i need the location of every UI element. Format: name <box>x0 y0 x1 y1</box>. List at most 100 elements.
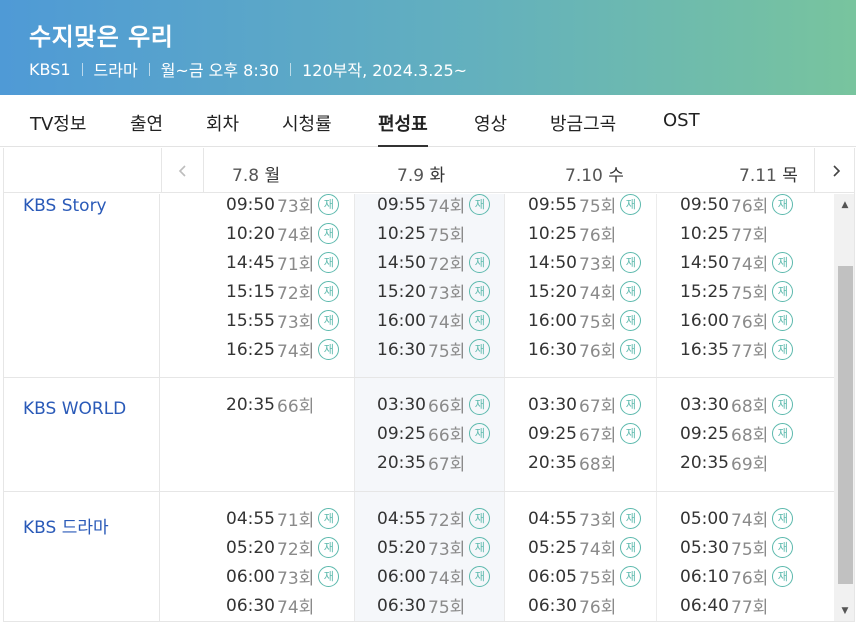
scroll-up-icon[interactable]: ▲ <box>834 196 854 214</box>
broadcast-entry[interactable]: 10:25 76회 <box>528 219 641 248</box>
broadcast-entry[interactable]: 16:00 74회 재 <box>377 306 491 335</box>
broadcast-entry[interactable]: 15:20 74회 재 <box>528 277 642 306</box>
tab-ratings[interactable]: 시청률 <box>282 110 332 136</box>
day-entries: 04:55 71회 재 05:20 72회 재 06:00 73회 재 06:30 74회 <box>226 504 340 620</box>
column-divider <box>656 378 657 491</box>
column-divider <box>656 194 657 377</box>
tab-ost[interactable]: OST <box>663 110 700 131</box>
scroll-down-icon[interactable]: ▼ <box>834 602 854 620</box>
broadcast-entry[interactable]: 15:55 73회 재 <box>226 306 340 335</box>
broadcast-entry[interactable]: 05:00 74회 재 <box>680 504 794 533</box>
broadcast-entry[interactable]: 15:20 73회 재 <box>377 277 491 306</box>
broadcast-entry[interactable]: 14:50 72회 재 <box>377 248 491 277</box>
broadcast-entry[interactable]: 15:25 75회 재 <box>680 277 794 306</box>
broadcast-entry[interactable]: 20:35 68회 <box>528 448 641 477</box>
day-date: 7.11 <box>739 166 777 186</box>
broadcast-time: 16:30 <box>377 339 426 360</box>
broadcast-time: 04:55 <box>528 508 577 529</box>
broadcast-entry[interactable]: 09:25 67회 재 <box>528 419 642 448</box>
broadcast-time: 06:30 <box>377 595 426 616</box>
broadcast-entry[interactable]: 14:50 74회 재 <box>680 248 794 277</box>
broadcast-entry[interactable]: 09:25 66회 재 <box>377 419 491 448</box>
broadcast-entry[interactable]: 20:35 66회 <box>226 390 314 419</box>
episode-number: 66회 <box>428 426 466 446</box>
episode-number: 67회 <box>428 455 466 475</box>
episode-number: 67회 <box>579 426 617 446</box>
broadcast-entry[interactable]: 16:35 77회 재 <box>680 335 794 364</box>
broadcast-entry[interactable]: 06:30 75회 <box>377 591 490 620</box>
program-meta: KBS1 드라마 월~금 오후 8:30 120부작, 2024.3.25~ <box>29 57 467 81</box>
day-entries: 09:50 73회 재 10:20 74회 재 14:45 71회 재 15:15 72회 재 15:5… <box>226 194 340 364</box>
scrollbar-thumb[interactable] <box>838 266 853 584</box>
broadcast-entry[interactable]: 05:25 74회 재 <box>528 533 642 562</box>
broadcast-entry[interactable]: 10:25 75회 <box>377 219 490 248</box>
broadcast-time: 06:00 <box>226 566 275 587</box>
vertical-scrollbar[interactable]: ▲ ▼ <box>834 194 854 621</box>
broadcast-entry[interactable]: 06:00 73회 재 <box>226 562 340 591</box>
broadcast-entry[interactable]: 10:20 74회 재 <box>226 219 340 248</box>
broadcast-entry[interactable]: 03:30 68회 재 <box>680 390 794 419</box>
broadcast-entry[interactable]: 20:35 67회 <box>377 448 490 477</box>
broadcast-time: 06:05 <box>528 566 577 587</box>
broadcast-entry[interactable]: 16:30 76회 재 <box>528 335 642 364</box>
broadcast-entry[interactable]: 06:00 74회 재 <box>377 562 491 591</box>
broadcast-entry[interactable]: 16:00 75회 재 <box>528 306 642 335</box>
tab-tv-info[interactable]: TV정보 <box>30 110 86 136</box>
rerun-badge-icon: 재 <box>469 281 491 302</box>
channel-name-link[interactable]: KBS WORLD <box>23 399 126 419</box>
broadcast-entry[interactable]: 06:05 75회 재 <box>528 562 642 591</box>
rerun-badge-icon: 재 <box>620 252 642 273</box>
broadcast-entry[interactable]: 16:30 75회 재 <box>377 335 491 364</box>
episode-number: 76회 <box>579 226 617 246</box>
prev-day-button[interactable] <box>162 148 204 193</box>
tab-videos[interactable]: 영상 <box>474 110 507 136</box>
broadcast-time: 15:20 <box>528 281 577 302</box>
episode-number: 76회 <box>579 598 617 618</box>
broadcast-entry[interactable]: 05:20 73회 재 <box>377 533 491 562</box>
broadcast-entry[interactable]: 09:25 68회 재 <box>680 419 794 448</box>
broadcast-entry[interactable]: 09:55 75회 재 <box>528 194 642 219</box>
broadcast-entry[interactable]: 14:50 73회 재 <box>528 248 642 277</box>
broadcast-entry[interactable]: 09:50 73회 재 <box>226 194 340 219</box>
tab-cast[interactable]: 출연 <box>130 110 163 136</box>
broadcast-entry[interactable]: 16:25 74회 재 <box>226 335 340 364</box>
rerun-badge-icon: 재 <box>469 423 491 444</box>
broadcast-entry[interactable]: 03:30 66회 재 <box>377 390 491 419</box>
broadcast-time: 05:25 <box>528 537 577 558</box>
rerun-badge-icon: 재 <box>620 194 642 215</box>
broadcast-entry[interactable]: 06:30 76회 <box>528 591 641 620</box>
day-date: 7.10 <box>565 166 603 186</box>
episode-number: 74회 <box>428 569 466 589</box>
broadcast-entry[interactable]: 09:55 74회 재 <box>377 194 491 219</box>
tab-schedule[interactable]: 편성표 <box>378 110 428 147</box>
tab-recent-songs[interactable]: 방금그곡 <box>550 110 616 136</box>
episode-number: 75회 <box>579 313 617 333</box>
next-day-button[interactable] <box>814 148 854 193</box>
broadcast-entry[interactable]: 04:55 71회 재 <box>226 504 340 533</box>
rerun-badge-icon: 재 <box>772 252 794 273</box>
broadcast-entry[interactable]: 14:45 71회 재 <box>226 248 340 277</box>
broadcast-entry[interactable]: 15:15 72회 재 <box>226 277 340 306</box>
broadcast-entry[interactable]: 10:25 77회 <box>680 219 793 248</box>
broadcast-entry[interactable]: 16:00 76회 재 <box>680 306 794 335</box>
rerun-badge-icon: 재 <box>318 339 340 360</box>
broadcast-entry[interactable]: 06:10 76회 재 <box>680 562 794 591</box>
broadcast-entry[interactable]: 04:55 72회 재 <box>377 504 491 533</box>
broadcast-entry[interactable]: 03:30 67회 재 <box>528 390 642 419</box>
broadcast-time: 16:30 <box>528 339 577 360</box>
channel-cell: KBS WORLD <box>4 378 160 491</box>
broadcast-entry[interactable]: 04:55 73회 재 <box>528 504 642 533</box>
tab-episodes[interactable]: 회차 <box>206 110 239 136</box>
broadcast-entry[interactable]: 06:30 74회 <box>226 591 339 620</box>
broadcast-entry[interactable]: 09:50 76회 재 <box>680 194 794 219</box>
broadcast-entry[interactable]: 20:35 69회 <box>680 448 793 477</box>
day-label-tue: 7.9 화 <box>397 161 445 186</box>
broadcast-entry[interactable]: 05:20 72회 재 <box>226 533 340 562</box>
channel-name-link[interactable]: KBS 드라마 <box>23 513 109 538</box>
channel-name-link[interactable]: KBS Story <box>23 196 107 216</box>
day-entries: 03:30 67회 재 09:25 67회 재 20:35 68회 <box>528 390 642 477</box>
meta-divider <box>148 62 150 76</box>
broadcast-entry[interactable]: 05:30 75회 재 <box>680 533 794 562</box>
broadcast-entry[interactable]: 06:40 77회 <box>680 591 793 620</box>
broadcast-time: 10:25 <box>680 223 729 244</box>
